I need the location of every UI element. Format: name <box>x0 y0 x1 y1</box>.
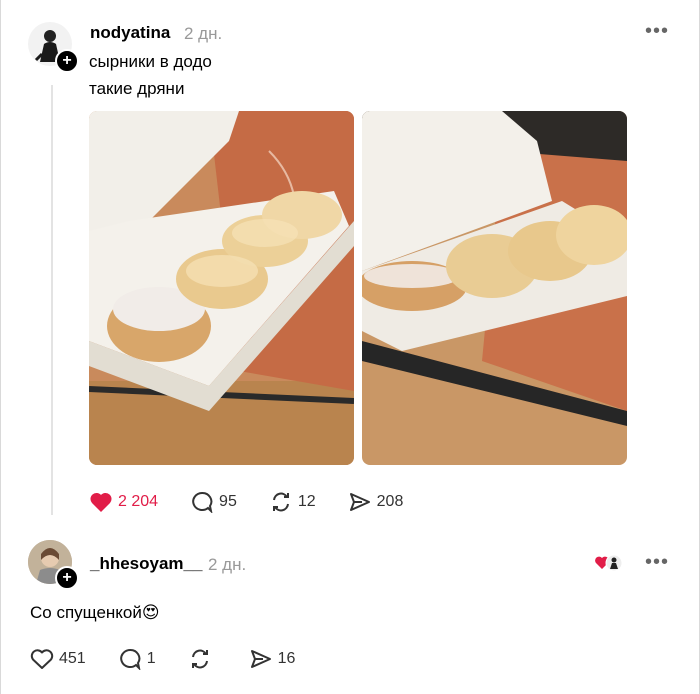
left-border <box>0 0 1 694</box>
post-time: 2 дн. <box>184 24 223 43</box>
repost-button[interactable]: 12 <box>269 491 316 513</box>
like-count: 2 204 <box>118 493 159 510</box>
comment-text: Со спущенкой😍 <box>30 603 160 623</box>
comment-username[interactable]: _hhesoyam__ <box>90 554 202 574</box>
comment-icon <box>119 648 141 670</box>
post-line-1: сырники в додо <box>89 52 212 71</box>
send-icon <box>250 650 271 668</box>
post-more-icon[interactable]: ••• <box>645 20 669 43</box>
comment-like-button[interactable]: 451 <box>30 648 86 670</box>
share-button[interactable]: 208 <box>348 491 404 513</box>
comment-actions: 451 1 16 <box>30 648 327 670</box>
comment-time: 2 дн. <box>208 555 247 574</box>
comment-repost-button[interactable] <box>188 648 217 670</box>
follow-plus-icon-comment[interactable]: + <box>55 566 79 590</box>
send-icon <box>349 493 370 511</box>
post-line-2: такие дряни <box>89 79 185 98</box>
author-liked-badge <box>594 553 624 578</box>
comment-like-count: 451 <box>59 650 86 667</box>
post-actions: 2 204 95 12 208 <box>89 491 435 513</box>
heart-eyes-emoji: 😍 <box>141 603 160 622</box>
repost-icon <box>272 492 289 512</box>
like-button[interactable]: 2 204 <box>89 491 158 513</box>
heart-avatar-badge-icon <box>595 554 623 572</box>
comment-icon <box>192 491 213 513</box>
post-photo-1[interactable] <box>89 111 354 465</box>
heart-filled-icon <box>90 492 112 512</box>
comment-reply-count: 1 <box>146 650 156 667</box>
comment-button[interactable]: 95 <box>190 491 237 513</box>
comment-reply-button[interactable]: 1 <box>118 648 156 670</box>
thread-line <box>51 85 53 515</box>
comment-body: Со спущенкой <box>30 603 142 622</box>
repost-count: 12 <box>297 493 316 510</box>
comment-share-button[interactable]: 16 <box>249 648 296 670</box>
repost-icon <box>191 649 208 669</box>
share-count: 208 <box>376 493 404 510</box>
comment-share-count: 16 <box>277 650 296 667</box>
heart-outline-icon <box>30 649 54 669</box>
post-username[interactable]: nodyatina <box>90 23 170 43</box>
post-photo-2[interactable] <box>362 111 627 465</box>
comment-more-icon[interactable]: ••• <box>645 551 669 574</box>
follow-plus-icon[interactable]: + <box>55 49 79 73</box>
comment-count: 95 <box>219 493 237 510</box>
